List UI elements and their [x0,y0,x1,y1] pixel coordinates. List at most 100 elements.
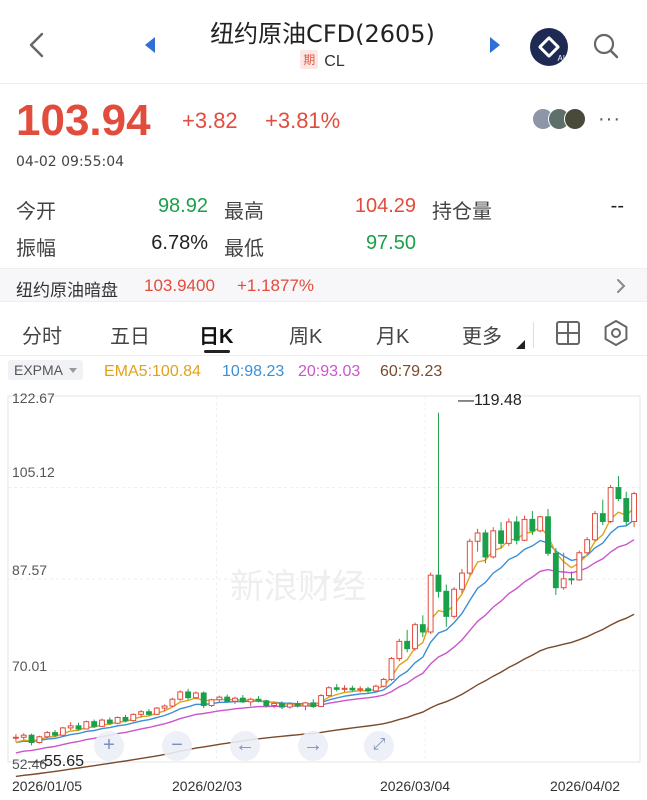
candle-body [99,719,105,727]
last-price: 103.94 [16,96,151,145]
active-tab-indicator [204,350,230,353]
stat-label-high: 最高 [224,201,264,223]
candle-body [247,698,254,703]
chevron-right-icon [617,279,626,293]
candle-body [310,702,317,708]
chart-period-tabs: 分时 五日 日K 周K 月K 更多 [0,310,647,356]
search-icon[interactable] [590,30,622,62]
after-hours-price: 103.9400 [144,276,215,295]
candle-body [122,716,129,722]
candle-body [490,530,497,558]
tab-intraday[interactable]: 分时 [22,320,62,349]
candle-body [279,702,285,708]
after-hours-label: 纽约原油暗盘 [16,281,118,300]
candle-body [161,705,168,709]
candle-body [36,736,43,744]
stat-label-low: 最低 [224,238,264,260]
candle-body [44,732,51,738]
candle-body [106,719,113,724]
x-tick-label: 2026/02/03 [172,778,243,794]
min-price-label: 55.65 [44,753,85,770]
candle-body [59,727,66,736]
candle-body [349,687,356,691]
candle-body [52,732,58,736]
candle-body [372,685,379,692]
ema20-value: 20:93.03 [298,363,361,380]
fullscreen-icon[interactable]: ⤢ [364,731,394,761]
more-options-icon[interactable]: ··· [598,108,621,131]
candle-body [443,590,450,617]
ai-assistant-button[interactable]: AI [530,28,568,66]
indicator-name: EXPMA [14,362,64,378]
previous-contract-icon[interactable] [143,36,157,54]
candle-body [286,703,293,708]
tab-weekly-k[interactable]: 周K [289,320,322,349]
candle-body [568,578,575,581]
candle-body [130,713,137,722]
candle-body [294,703,301,707]
candle-body [607,487,614,522]
candle-body [271,702,278,706]
zoom-in-button[interactable]: + [94,731,124,761]
candle-body [146,711,152,715]
after-hours-row[interactable]: 纽约原油暗盘 103.9400 +1.1877% [0,268,647,302]
next-contract-icon[interactable] [488,36,502,54]
stat-label-open: 今开 [16,201,56,223]
back-arrow-icon[interactable] [22,28,52,62]
discussion-avatars[interactable] [532,108,596,132]
candle-body [302,702,309,707]
scroll-left-button[interactable]: ← [230,731,260,761]
top-bar: 纽约原油CFD(2605) 期 CL AI [0,0,647,84]
kline-chart[interactable]: 新浪财经 122.67 105.12 87.57 70.01 52.46 —11… [0,388,647,800]
candle-body [318,695,325,708]
candle-body [599,513,606,522]
zoom-out-button[interactable]: − [162,731,192,761]
indicator-select[interactable]: EXPMA [8,360,84,380]
ema10-line [15,519,635,744]
futures-tag: 期 [300,50,319,69]
candle-body [232,697,238,702]
candle-body [482,532,489,558]
candle-body [419,624,426,633]
settings-icon[interactable] [602,319,630,347]
layout-grid-icon[interactable] [555,320,581,346]
tab-divider [533,322,534,348]
candle-body [185,691,191,699]
candle-body [20,734,27,738]
x-tick-label: 2026/04/02 [550,778,621,794]
candle-body [239,697,246,703]
ema60-value: 60:79.23 [380,363,443,380]
y-tick-label: 122.67 [12,390,55,406]
tab-more[interactable]: 更多 [462,320,502,349]
candle-body [560,578,567,589]
candle-body [153,707,160,715]
tab-five-day[interactable]: 五日 [110,320,150,349]
candle-body [325,687,332,697]
candle-body [615,487,622,500]
price-change: +3.82 [182,108,238,133]
ema10-value: 10:98.23 [222,363,285,380]
stat-label-open-interest: 持仓量 [432,201,492,223]
candle-body [537,516,544,532]
candle-body [412,624,418,650]
tab-daily-k[interactable]: 日K [199,320,233,349]
candle-body [631,493,638,522]
y-tick-label: 105.12 [12,464,55,480]
candle-body [466,540,473,574]
stat-label-amplitude: 振幅 [16,238,56,260]
after-hours-change: +1.1877% [237,276,315,295]
price-change-percent: +3.81% [265,108,341,133]
candle-body [427,574,434,633]
min-price-annotation: —55.65 [28,753,85,770]
tab-monthly-k[interactable]: 月K [376,320,409,349]
candle-body [28,734,35,744]
candle-body [177,691,184,700]
stat-value-open: 98.92 [157,195,208,217]
candle-body [505,521,512,544]
ai-label: AI [557,54,565,63]
candle-body [584,539,591,554]
candle-body [200,692,207,706]
candle-body [576,552,583,581]
max-price-annotation: —119.48 [458,392,522,409]
scroll-right-button[interactable]: → [298,731,328,761]
